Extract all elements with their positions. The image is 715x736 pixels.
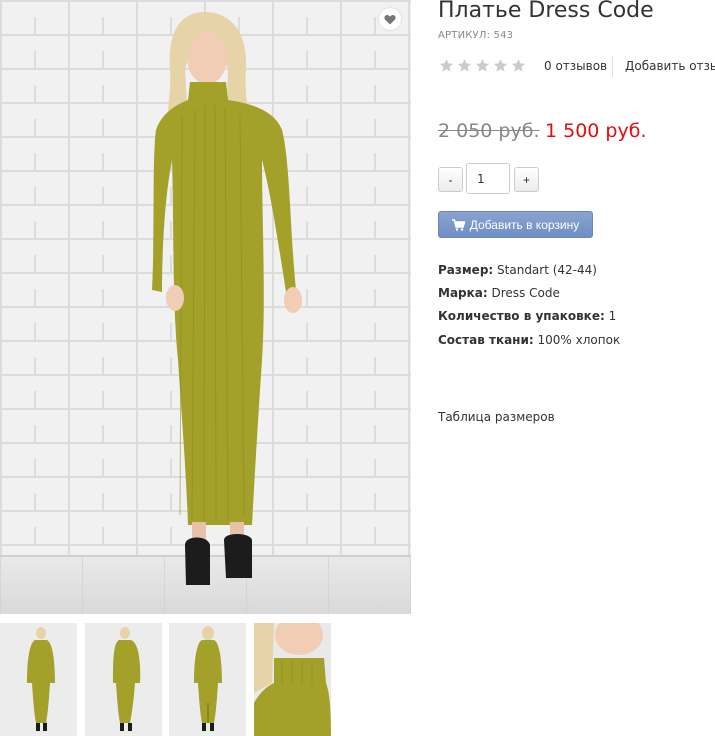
add-to-cart-label: Добавить в корзину (469, 217, 580, 232)
wishlist-button[interactable] (379, 8, 401, 30)
reviews-count-link[interactable]: 0 отзывов (544, 59, 607, 73)
spec-pack-quantity: Количество в упаковке: 1 (438, 309, 616, 323)
divider (612, 56, 613, 77)
thumbnail-1[interactable] (0, 623, 77, 736)
product-sku: АРТИКУЛ: 543 (438, 30, 514, 41)
star-icon (439, 59, 454, 72)
quantity-increase-button[interactable]: + (514, 167, 539, 192)
spec-brand: Марка: Dress Code (438, 286, 560, 300)
spec-label: Размер: (438, 263, 494, 277)
old-price: 2 050 руб. (438, 120, 540, 142)
star-icon (493, 59, 508, 72)
spec-value: Standart (42-44) (497, 263, 597, 277)
star-icon (475, 59, 490, 72)
spec-value: Dress Code (491, 286, 560, 300)
spec-fabric: Состав ткани: 100% хлопок (438, 333, 620, 347)
spec-value: 100% хлопок (537, 333, 621, 347)
spec-value: 1 (608, 309, 617, 323)
thumbnail-image (254, 623, 331, 736)
add-review-link[interactable]: Добавить отзыв (625, 59, 715, 73)
thumbnail-2[interactable] (85, 623, 162, 736)
thumbnail-image (169, 623, 246, 736)
spec-size: Размер: Standart (42-44) (438, 263, 597, 277)
spec-label: Количество в упаковке: (438, 309, 605, 323)
spec-label: Марка: (438, 286, 488, 300)
quantity-input[interactable] (466, 163, 510, 194)
product-title: Платье Dress Code (438, 0, 654, 23)
thumbnail-3[interactable] (169, 623, 246, 736)
cart-icon (451, 218, 465, 231)
main-product-image[interactable] (0, 0, 411, 614)
thumbnail-image (0, 623, 77, 736)
heart-icon (384, 14, 396, 24)
quantity-decrease-button[interactable]: - (438, 167, 463, 192)
add-to-cart-button[interactable]: Добавить в корзину (438, 211, 593, 238)
new-price: 1 500 руб. (545, 120, 647, 142)
model-figure (152, 12, 302, 585)
star-icon (457, 59, 472, 72)
size-table-link[interactable]: Таблица размеров (438, 410, 555, 424)
star-icon (511, 59, 526, 72)
thumbnail-image (85, 623, 162, 736)
spec-label: Состав ткани: (438, 333, 534, 347)
rating-stars[interactable] (439, 58, 526, 73)
thumbnail-4[interactable] (254, 623, 331, 736)
